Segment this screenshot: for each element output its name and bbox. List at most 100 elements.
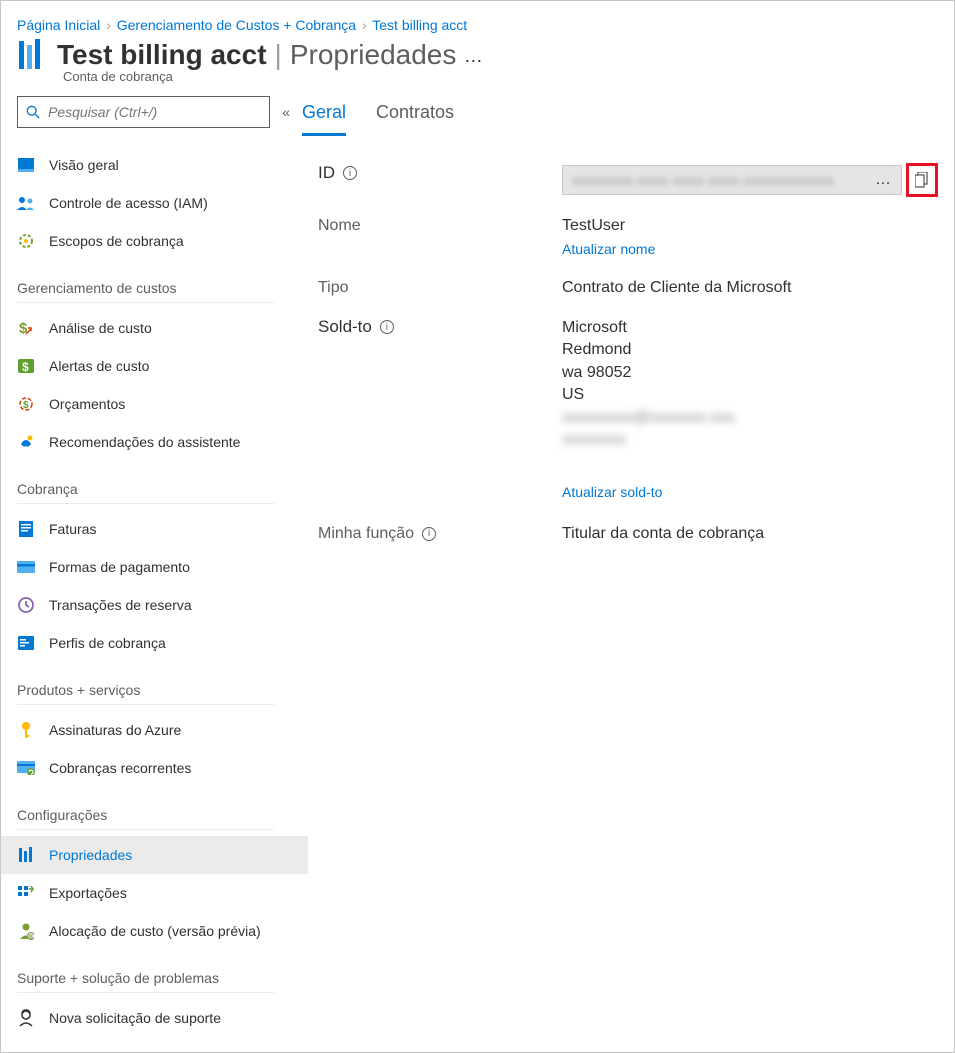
- field-label-soldto: Sold-to i: [302, 317, 562, 337]
- name-value: TestUser: [562, 217, 938, 235]
- field-label-name: Nome: [302, 217, 562, 235]
- ellipsis: …: [869, 171, 891, 189]
- nav-label: Assinaturas do Azure: [49, 722, 181, 738]
- advisor-icon: [17, 434, 35, 450]
- recurring-icon: [17, 761, 35, 775]
- sidebar-item-payment-methods[interactable]: Formas de pagamento: [17, 548, 294, 586]
- id-value: xxxxxxxx-xxxx-xxxx-xxxx-xxxxxxxxxxxx: [573, 173, 834, 188]
- profile-icon: [17, 636, 35, 650]
- sidebar-item-scopes[interactable]: Escopos de cobrança: [17, 222, 294, 260]
- breadcrumb-account[interactable]: Test billing acct: [372, 17, 467, 33]
- nav-group-settings: Configurações: [17, 787, 274, 830]
- nav-group-billing: Cobrança: [17, 461, 274, 504]
- copy-id-button[interactable]: [906, 163, 938, 197]
- soldto-redacted-line: xxxxxxxxx@xxxxxxx.xxx: [562, 407, 938, 429]
- clock-icon: [17, 597, 35, 613]
- nav-label: Perfis de cobrança: [49, 635, 166, 651]
- invoice-icon: [17, 521, 35, 537]
- search-icon: [26, 105, 40, 119]
- dollar-icon: $: [17, 320, 35, 336]
- budget-icon: $: [17, 396, 35, 412]
- update-soldto-link[interactable]: Atualizar sold-to: [562, 483, 662, 503]
- billing-account-icon: [17, 39, 45, 71]
- card-icon: [17, 561, 35, 573]
- sidebar-item-billing-profiles[interactable]: Perfis de cobrança: [17, 624, 294, 662]
- sidebar-item-budgets[interactable]: $ Orçamentos: [17, 385, 294, 423]
- sidebar-search[interactable]: [17, 96, 270, 128]
- sidebar-item-new-support-request[interactable]: Nova solicitação de suporte: [17, 999, 294, 1037]
- sidebar-item-cost-allocation[interactable]: $ Alocação de custo (versão prévia): [17, 912, 294, 950]
- tabs: Geral Contratos: [302, 96, 938, 137]
- sidebar-item-iam[interactable]: Controle de acesso (IAM): [17, 184, 294, 222]
- nav-group-cost-management: Gerenciamento de custos: [17, 260, 274, 303]
- soldto-city: Redmond: [562, 339, 938, 361]
- field-label-role: Minha função i: [302, 525, 562, 543]
- tab-general[interactable]: Geral: [302, 96, 346, 136]
- soldto-value: Microsoft Redmond wa 98052 US xxxxxxxxx@…: [562, 317, 938, 505]
- sidebar-item-reservation-transactions[interactable]: Transações de reserva: [17, 586, 294, 624]
- sidebar-item-overview[interactable]: Visão geral: [17, 146, 294, 184]
- collapse-sidebar-icon[interactable]: «: [282, 104, 290, 120]
- sidebar: « Visão geral Controle de acesso (IAM) E…: [1, 96, 294, 1037]
- resource-type-label: Conta de cobrança: [1, 69, 954, 96]
- sidebar-item-cost-alerts[interactable]: $ Alertas de custo: [17, 347, 294, 385]
- breadcrumb: Página Inicial › Gerenciamento de Custos…: [1, 1, 954, 37]
- copy-icon: [915, 172, 929, 188]
- nav-label: Análise de custo: [49, 320, 152, 336]
- info-icon[interactable]: i: [380, 320, 394, 334]
- nav-label: Controle de acesso (IAM): [49, 195, 208, 211]
- chevron-right-icon: ›: [360, 17, 369, 33]
- sidebar-item-exports[interactable]: Exportações: [17, 874, 294, 912]
- soldto-redacted-line: xxxxxxxx: [562, 429, 938, 451]
- sidebar-item-invoices[interactable]: Faturas: [17, 510, 294, 548]
- nav-group-products: Produtos + serviços: [17, 662, 274, 705]
- soldto-country: US: [562, 384, 938, 406]
- more-actions-icon[interactable]: ⋯: [464, 51, 482, 72]
- nav-label: Visão geral: [49, 157, 119, 173]
- soldto-company: Microsoft: [562, 317, 938, 339]
- nav-label: Alocação de custo (versão prévia): [49, 923, 261, 939]
- sidebar-item-recurring[interactable]: Cobranças recorrentes: [17, 749, 294, 787]
- search-input[interactable]: [46, 103, 261, 121]
- alert-icon: $: [17, 359, 35, 373]
- svg-text:$: $: [22, 360, 29, 373]
- people-icon: [17, 196, 35, 210]
- breadcrumb-home[interactable]: Página Inicial: [17, 17, 100, 33]
- chevron-right-icon: ›: [104, 17, 113, 33]
- nav-label: Propriedades: [49, 847, 132, 863]
- export-icon: [17, 886, 35, 900]
- nav-label: Transações de reserva: [49, 597, 192, 613]
- nav-label: Recomendações do assistente: [49, 434, 240, 450]
- soldto-state-zip: wa 98052: [562, 362, 938, 384]
- nav-label: Cobranças recorrentes: [49, 760, 191, 776]
- nav-group-support: Suporte + solução de problemas: [17, 950, 274, 993]
- update-name-link[interactable]: Atualizar nome: [562, 241, 655, 257]
- type-value: Contrato de Cliente da Microsoft: [562, 279, 938, 297]
- key-icon: [17, 721, 35, 739]
- main-content: Geral Contratos ID i xxxxxxxx-xxxx-xxxx-…: [294, 96, 954, 1037]
- page-section: Propriedades: [290, 39, 457, 71]
- properties-icon: [17, 847, 35, 863]
- sidebar-item-subscriptions[interactable]: Assinaturas do Azure: [17, 711, 294, 749]
- field-label-type: Tipo: [302, 279, 562, 297]
- nav-label: Escopos de cobrança: [49, 233, 184, 249]
- nav-label: Faturas: [49, 521, 96, 537]
- nav-label: Orçamentos: [49, 396, 125, 412]
- field-label-id: ID i: [302, 163, 562, 183]
- page-title: Test billing acct: [57, 39, 267, 71]
- breadcrumb-cost-management[interactable]: Gerenciamento de Custos + Cobrança: [117, 17, 356, 33]
- allocation-icon: $: [17, 922, 35, 940]
- nav-label: Exportações: [49, 885, 127, 901]
- sidebar-item-cost-analysis[interactable]: $ Análise de custo: [17, 309, 294, 347]
- tab-contracts[interactable]: Contratos: [376, 96, 454, 136]
- info-icon[interactable]: i: [343, 166, 357, 180]
- info-icon[interactable]: i: [422, 527, 436, 541]
- sidebar-item-advisor[interactable]: Recomendações do assistente: [17, 423, 294, 461]
- nav-label: Alertas de custo: [49, 358, 149, 374]
- role-value: Titular da conta de cobrança: [562, 525, 938, 543]
- overview-icon: [17, 158, 35, 172]
- nav-label: Formas de pagamento: [49, 559, 190, 575]
- page-header: Test billing acct | Propriedades ⋯: [1, 37, 954, 71]
- scope-icon: [17, 233, 35, 249]
- sidebar-item-properties[interactable]: Propriedades: [1, 836, 308, 874]
